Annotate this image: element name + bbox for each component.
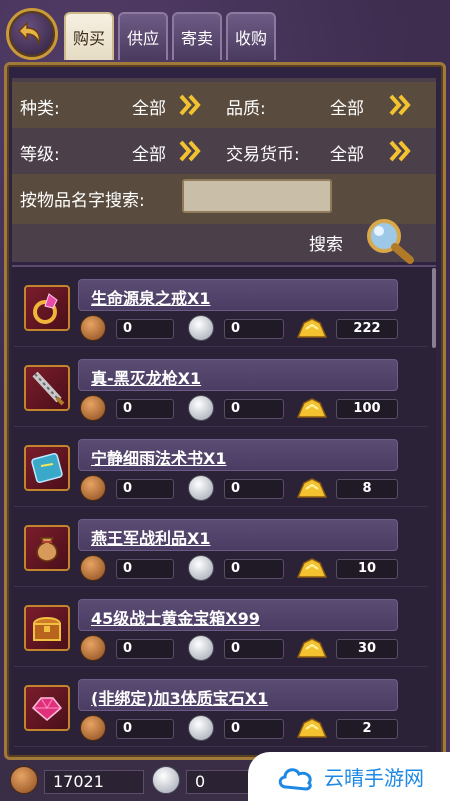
silver-price: 0 — [224, 639, 284, 659]
silver-price: 0 — [224, 399, 284, 419]
wallet-bronze-coin-icon — [10, 766, 38, 794]
wallet-silver-coin-icon — [152, 766, 180, 794]
item-name[interactable]: 生命源泉之戒X1 — [91, 285, 210, 309]
back-arrow-icon — [17, 21, 41, 46]
wallet-bronze-amount: 17021 — [44, 770, 144, 794]
level-label: 等级: — [20, 145, 60, 165]
item-name-bar[interactable]: 燕王军战利品X1 — [78, 519, 398, 551]
tab-supply[interactable]: 供应 — [118, 12, 168, 60]
gold-price: 222 — [336, 319, 398, 339]
tab-consign[interactable]: 寄卖 — [172, 12, 222, 60]
gold-ingot-icon — [296, 478, 328, 498]
silver-price: 0 — [224, 479, 284, 499]
gold-price: 30 — [336, 639, 398, 659]
bronze-price: 0 — [116, 399, 174, 419]
item-name[interactable]: (非绑定)加3体质宝石X1 — [91, 685, 268, 709]
gold-price: 8 — [336, 479, 398, 499]
list-item[interactable]: 45级战士黄金宝箱X99 0 0 30 — [14, 591, 428, 667]
list-item[interactable]: 燕王军战利品X1 0 0 10 — [14, 511, 428, 587]
spear-icon — [24, 365, 70, 411]
bronze-coin-icon — [80, 555, 106, 581]
tab-buy[interactable]: 购买 — [64, 12, 114, 60]
watermark: 云晴手游网 — [248, 752, 450, 801]
silver-coin-icon — [188, 555, 214, 581]
bronze-coin-icon — [80, 315, 106, 341]
bronze-coin-icon — [80, 395, 106, 421]
item-name-bar[interactable]: 生命源泉之戒X1 — [78, 279, 398, 311]
level-chevron-icon[interactable] — [178, 138, 204, 164]
list-item[interactable]: 生命源泉之戒X1 0 0 222 — [14, 271, 428, 347]
gem-icon — [24, 685, 70, 731]
bronze-coin-icon — [80, 475, 106, 501]
loot-bag-icon — [24, 525, 70, 571]
silver-price: 0 — [224, 319, 284, 339]
item-list[interactable]: 生命源泉之戒X1 0 0 222 真-黑灭龙枪X1 0 0 100 宁静细雨法术… — [12, 265, 436, 755]
silver-price: 0 — [224, 719, 284, 739]
tab-acquire[interactable]: 收购 — [226, 12, 276, 60]
currency-chevron-icon[interactable] — [388, 138, 414, 164]
category-label: 种类: — [20, 99, 60, 119]
bronze-price: 0 — [116, 319, 174, 339]
item-name[interactable]: 宁静细雨法术书X1 — [91, 445, 226, 469]
ring-icon — [24, 285, 70, 331]
bronze-price: 0 — [116, 559, 174, 579]
list-item[interactable]: (非绑定)加3体质宝石X1 0 0 2 — [14, 671, 428, 747]
filter-area: 种类: 全部 品质: 全部 等级: 全部 交易货币: 全部 按物品名字搜索: 搜… — [12, 78, 436, 264]
bronze-price: 0 — [116, 639, 174, 659]
name-search-label: 按物品名字搜索: — [20, 191, 145, 211]
silver-price: 0 — [224, 559, 284, 579]
list-scrollbar[interactable] — [432, 268, 436, 348]
item-name-bar[interactable]: 真-黑灭龙枪X1 — [78, 359, 398, 391]
list-item[interactable]: 真-黑灭龙枪X1 0 0 100 — [14, 351, 428, 427]
gold-price: 2 — [336, 719, 398, 739]
silver-coin-icon — [188, 315, 214, 341]
level-value[interactable]: 全部 — [132, 140, 166, 165]
spellbook-icon — [24, 445, 70, 491]
silver-coin-icon — [188, 395, 214, 421]
gold-ingot-icon — [296, 558, 328, 578]
watermark-text: 云晴手游网 — [324, 766, 424, 790]
currency-value[interactable]: 全部 — [330, 140, 364, 165]
filter-row-1: 种类: 全部 品质: 全部 — [12, 82, 436, 128]
category-value[interactable]: 全部 — [132, 94, 166, 119]
quality-chevron-icon[interactable] — [388, 92, 414, 118]
search-icon[interactable] — [362, 216, 418, 266]
gold-ingot-icon — [296, 398, 328, 418]
quality-value[interactable]: 全部 — [330, 94, 364, 119]
quality-label: 品质: — [226, 99, 266, 119]
bronze-coin-icon — [80, 635, 106, 661]
bronze-price: 0 — [116, 719, 174, 739]
category-chevron-icon[interactable] — [178, 92, 204, 118]
item-name[interactable]: 45级战士黄金宝箱X99 — [91, 605, 260, 629]
silver-coin-icon — [188, 635, 214, 661]
bronze-coin-icon — [80, 715, 106, 741]
item-name-bar[interactable]: 45级战士黄金宝箱X99 — [78, 599, 398, 631]
back-button[interactable] — [6, 8, 58, 60]
currency-label: 交易货币: — [226, 145, 300, 165]
gold-ingot-icon — [296, 638, 328, 658]
item-name-bar[interactable]: (非绑定)加3体质宝石X1 — [78, 679, 398, 711]
item-name-bar[interactable]: 宁静细雨法术书X1 — [78, 439, 398, 471]
name-search-input[interactable] — [182, 179, 332, 213]
item-name[interactable]: 真-黑灭龙枪X1 — [91, 365, 201, 389]
treasure-chest-icon — [24, 605, 70, 651]
list-item[interactable]: 宁静细雨法术书X1 0 0 8 — [14, 431, 428, 507]
gold-ingot-icon — [296, 718, 328, 738]
silver-coin-icon — [188, 475, 214, 501]
filter-row-2: 等级: 全部 交易货币: 全部 — [12, 128, 436, 174]
search-button-label[interactable]: 搜索 — [309, 230, 343, 255]
item-name[interactable]: 燕王军战利品X1 — [91, 525, 210, 549]
gold-price: 10 — [336, 559, 398, 579]
bronze-price: 0 — [116, 479, 174, 499]
gold-price: 100 — [336, 399, 398, 419]
top-bar: 购买 供应 寄卖 收购 — [0, 0, 450, 64]
wallet-silver-amount: 0 — [186, 770, 256, 794]
gold-ingot-icon — [296, 318, 328, 338]
cloud-logo-icon — [278, 767, 312, 791]
silver-coin-icon — [188, 715, 214, 741]
